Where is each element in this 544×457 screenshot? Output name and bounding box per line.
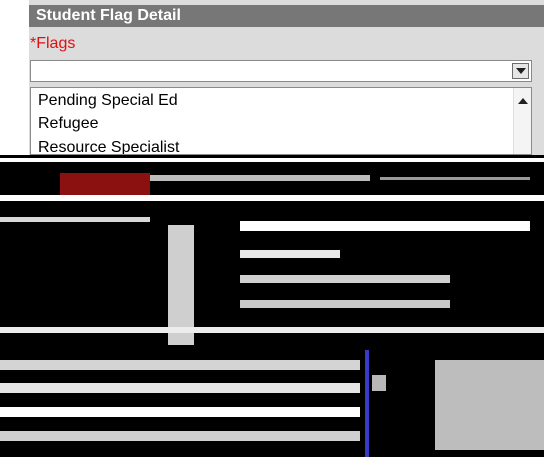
- glitch-stripe: [0, 327, 544, 333]
- glitch-stripe: [0, 158, 544, 162]
- scroll-up-icon[interactable]: [518, 98, 528, 104]
- list-item[interactable]: Refugee: [38, 115, 99, 133]
- panel-header: Student Flag Detail: [29, 5, 544, 27]
- glitch-stripe: [380, 177, 530, 180]
- flags-dropdown[interactable]: [30, 60, 532, 82]
- glitch-stripe: [240, 275, 450, 283]
- glitch-stripe: [365, 350, 369, 457]
- dropdown-button[interactable]: [512, 63, 529, 79]
- flags-listbox[interactable]: Pending Special Ed Refugee Resource Spec…: [30, 87, 532, 155]
- glitch-stripe: [0, 217, 150, 222]
- glitch-block: [435, 360, 544, 450]
- chevron-down-icon: [515, 68, 526, 74]
- list-item[interactable]: Pending Special Ed: [38, 92, 178, 110]
- glitch-stripe: [240, 300, 450, 308]
- glitch-block: [372, 375, 386, 391]
- glitch-stripe: [0, 360, 360, 370]
- glitch-stripe: [240, 250, 340, 258]
- glitch-stripe: [0, 431, 360, 441]
- glitch-stripe: [240, 221, 530, 231]
- listbox-scrollbar[interactable]: [513, 88, 531, 154]
- glitch-stripe: [150, 175, 370, 181]
- glitch-stripe: [0, 407, 360, 417]
- list-item[interactable]: Resource Specialist: [38, 139, 179, 154]
- glitch-stripe: [0, 195, 544, 201]
- glitch-stripe: [0, 383, 360, 393]
- corrupted-render-area: [0, 155, 544, 457]
- flags-label: *Flags: [30, 35, 76, 52]
